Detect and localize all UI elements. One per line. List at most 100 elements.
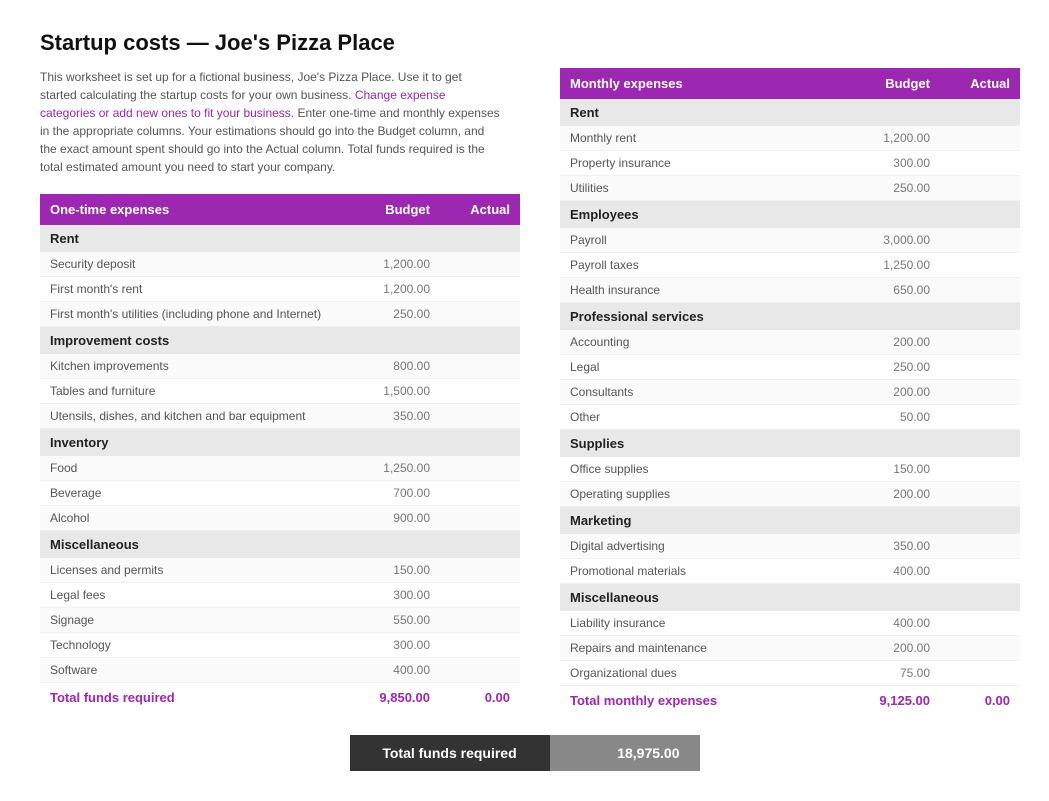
row-label: Licenses and permits bbox=[40, 558, 360, 583]
section-name: Inventory bbox=[40, 429, 520, 457]
section-header: Miscellaneous bbox=[40, 531, 520, 559]
row-actual bbox=[940, 176, 1020, 201]
table-row: Promotional materials 400.00 bbox=[560, 559, 1020, 584]
total-row: Total monthly expenses 9,125.00 0.00 bbox=[560, 686, 1020, 716]
row-budget: 300.00 bbox=[860, 151, 940, 176]
total-label: Total monthly expenses bbox=[560, 686, 860, 716]
section-name: Professional services bbox=[560, 303, 1020, 331]
row-label: Liability insurance bbox=[560, 611, 860, 636]
row-label: Office supplies bbox=[560, 457, 860, 482]
table-row: Health insurance 650.00 bbox=[560, 278, 1020, 303]
table-row: Office supplies 150.00 bbox=[560, 457, 1020, 482]
grand-total-label: Total funds required bbox=[350, 735, 550, 771]
row-budget: 400.00 bbox=[860, 559, 940, 584]
table-row: Utensils, dishes, and kitchen and bar eq… bbox=[40, 404, 520, 429]
page-title: Startup costs — Joe's Pizza Place bbox=[40, 30, 1009, 56]
row-label: Organizational dues bbox=[560, 661, 860, 686]
row-actual bbox=[940, 636, 1020, 661]
section-header: Rent bbox=[560, 99, 1020, 126]
total-actual: 0.00 bbox=[940, 686, 1020, 716]
row-label: Utensils, dishes, and kitchen and bar eq… bbox=[40, 404, 360, 429]
table-row: Operating supplies 200.00 bbox=[560, 482, 1020, 507]
row-actual bbox=[440, 633, 520, 658]
table-row: Food 1,250.00 bbox=[40, 456, 520, 481]
one-time-col3-header: Actual bbox=[440, 194, 520, 225]
row-label: Other bbox=[560, 405, 860, 430]
row-label: Software bbox=[40, 658, 360, 683]
section-header: Professional services bbox=[560, 303, 1020, 331]
row-label: Repairs and maintenance bbox=[560, 636, 860, 661]
row-label: Technology bbox=[40, 633, 360, 658]
row-budget: 250.00 bbox=[860, 355, 940, 380]
row-actual bbox=[940, 405, 1020, 430]
row-budget: 1,200.00 bbox=[860, 126, 940, 151]
row-label: Security deposit bbox=[40, 252, 360, 277]
table-row: First month's utilities (including phone… bbox=[40, 302, 520, 327]
total-row: Total funds required 9,850.00 0.00 bbox=[40, 683, 520, 713]
row-actual bbox=[940, 534, 1020, 559]
row-budget: 1,500.00 bbox=[360, 379, 440, 404]
table-row: Consultants 200.00 bbox=[560, 380, 1020, 405]
section-name: Rent bbox=[560, 99, 1020, 126]
row-label: Accounting bbox=[560, 330, 860, 355]
table-row: Monthly rent 1,200.00 bbox=[560, 126, 1020, 151]
section-header: Employees bbox=[560, 201, 1020, 229]
total-budget: 9,125.00 bbox=[860, 686, 940, 716]
grand-total-value: 18,975.00 bbox=[550, 735, 700, 771]
row-label: Digital advertising bbox=[560, 534, 860, 559]
row-label: Kitchen improvements bbox=[40, 354, 360, 379]
row-label: Promotional materials bbox=[560, 559, 860, 584]
row-budget: 350.00 bbox=[860, 534, 940, 559]
row-actual bbox=[940, 253, 1020, 278]
row-budget: 50.00 bbox=[860, 405, 940, 430]
table-row: Payroll taxes 1,250.00 bbox=[560, 253, 1020, 278]
row-budget: 700.00 bbox=[360, 481, 440, 506]
table-row: Software 400.00 bbox=[40, 658, 520, 683]
row-label: Signage bbox=[40, 608, 360, 633]
row-actual bbox=[940, 228, 1020, 253]
row-budget: 1,200.00 bbox=[360, 252, 440, 277]
row-actual bbox=[940, 126, 1020, 151]
section-name: Rent bbox=[40, 225, 520, 252]
table-row: Beverage 700.00 bbox=[40, 481, 520, 506]
row-label: Health insurance bbox=[560, 278, 860, 303]
section-name: Improvement costs bbox=[40, 327, 520, 355]
table-row: Legal 250.00 bbox=[560, 355, 1020, 380]
row-actual bbox=[440, 608, 520, 633]
table-row: Licenses and permits 150.00 bbox=[40, 558, 520, 583]
row-actual bbox=[440, 658, 520, 683]
section-name: Miscellaneous bbox=[40, 531, 520, 559]
row-label: Alcohol bbox=[40, 506, 360, 531]
row-actual bbox=[440, 252, 520, 277]
row-budget: 1,250.00 bbox=[860, 253, 940, 278]
row-actual bbox=[440, 506, 520, 531]
section-header: Improvement costs bbox=[40, 327, 520, 355]
row-budget: 300.00 bbox=[360, 633, 440, 658]
right-panel: Monthly expenses Budget Actual Rent Mont… bbox=[560, 68, 1020, 715]
row-label: Consultants bbox=[560, 380, 860, 405]
row-label: Food bbox=[40, 456, 360, 481]
total-label: Total funds required bbox=[40, 683, 360, 713]
row-actual bbox=[940, 661, 1020, 686]
row-label: Tables and furniture bbox=[40, 379, 360, 404]
section-header: Marketing bbox=[560, 507, 1020, 535]
row-actual bbox=[440, 354, 520, 379]
table-row: Tables and furniture 1,500.00 bbox=[40, 379, 520, 404]
row-budget: 350.00 bbox=[360, 404, 440, 429]
row-budget: 400.00 bbox=[860, 611, 940, 636]
row-actual bbox=[940, 559, 1020, 584]
row-budget: 1,200.00 bbox=[360, 277, 440, 302]
table-row: Legal fees 300.00 bbox=[40, 583, 520, 608]
row-label: Operating supplies bbox=[560, 482, 860, 507]
description: This worksheet is set up for a fictional… bbox=[40, 68, 500, 176]
row-actual bbox=[940, 457, 1020, 482]
row-budget: 200.00 bbox=[860, 330, 940, 355]
row-actual bbox=[440, 456, 520, 481]
table-row: Alcohol 900.00 bbox=[40, 506, 520, 531]
section-name: Employees bbox=[560, 201, 1020, 229]
row-label: Payroll taxes bbox=[560, 253, 860, 278]
row-budget: 650.00 bbox=[860, 278, 940, 303]
row-actual bbox=[440, 558, 520, 583]
total-budget: 9,850.00 bbox=[360, 683, 440, 713]
row-label: Property insurance bbox=[560, 151, 860, 176]
